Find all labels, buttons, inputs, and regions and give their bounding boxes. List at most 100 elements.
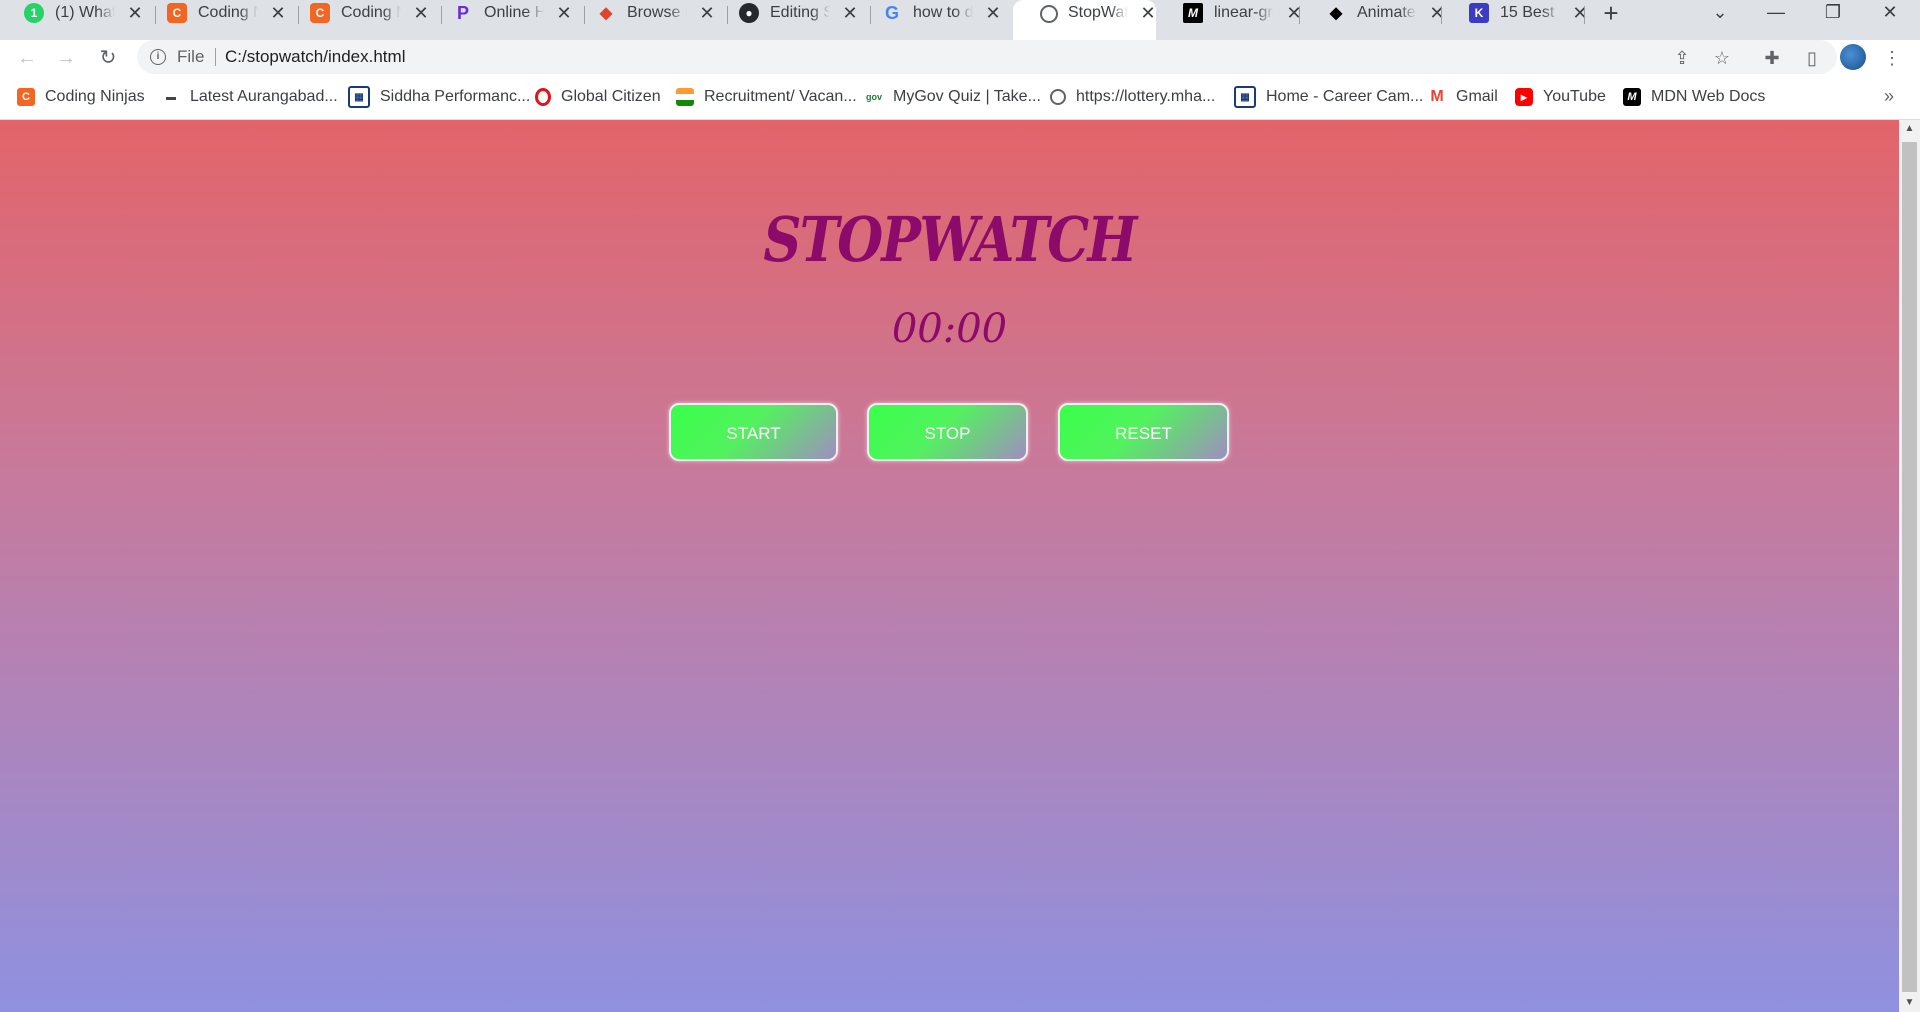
url-text[interactable]: C:/stopwatch/index.html [225,47,405,67]
bookmark-youtube[interactable]: ▶ YouTube [1515,86,1606,108]
bookmark-label: MyGov Quiz | Take... [893,88,1041,105]
share-icon[interactable]: ⇪ [1670,46,1694,70]
tab-title: Online HTML [484,4,544,21]
close-icon[interactable]: ✕ [841,3,859,23]
extensions-icon[interactable]: ✚ [1759,45,1785,71]
tab-search-icon[interactable]: ⌄ [1700,0,1740,26]
scrollbar[interactable]: ▲ ▼ [1899,120,1920,1012]
bookmark-label: Recruitment/ Vacan... [704,88,857,105]
grid-icon: ▦ [1234,86,1256,108]
bookmark-siddha[interactable]: ▦ Siddha Performanc... [348,86,530,108]
new-tab-button[interactable]: + [1598,0,1624,26]
grid-icon: ▦ [348,86,370,108]
tab-browse-fonts[interactable]: ◆ Browse Fonts ✕ [572,0,715,28]
star-icon[interactable]: ☆ [1710,46,1734,70]
more-bookmarks-icon[interactable]: » [1884,86,1894,107]
bookmark-recruitment[interactable]: Recruitment/ Vacan... [676,86,857,108]
circle-icon [535,88,551,106]
tab-google-search[interactable]: G how to de ✕ [858,0,1001,28]
tab-title: Coding Ninjas [341,4,401,21]
avatar[interactable] [1840,44,1866,70]
tab-title: Editing St [770,4,830,21]
close-icon[interactable]: ✕ [1285,3,1303,23]
close-icon[interactable]: ✕ [1139,3,1157,23]
bookmark-lottery[interactable]: https://lottery.mha... [1050,86,1215,108]
news-icon: ▬ [166,91,176,103]
restore-button[interactable]: ❐ [1813,0,1853,26]
stop-button[interactable]: STOP [867,403,1028,461]
p-icon: P [456,2,469,23]
page-viewport: STOPWATCH 00:00 START STOP RESET [0,120,1899,1012]
whatsapp-icon: 1 [24,3,44,23]
bookmark-aurangabad[interactable]: ▬ Latest Aurangabad... [162,86,338,108]
tab-title: StopWatch [1068,4,1128,21]
stopwatch-display: 00:00 [891,306,1008,352]
tab-title: (1) WhatsApp [55,4,115,21]
browser-toolbar: ← → ↻ i File C:/stopwatch/index.html ⇪ ☆… [0,40,1920,76]
forward-button[interactable]: → [52,44,80,72]
close-icon[interactable]: ✕ [984,3,1002,23]
close-icon[interactable]: ✕ [555,3,573,23]
tab-title: 15 Best G [1500,4,1560,21]
india-flag-icon [676,88,694,106]
bookmark-label: MDN Web Docs [1651,88,1766,105]
k-icon: K [1469,3,1489,23]
info-icon[interactable]: i [150,49,166,65]
bookmark-mdn[interactable]: M MDN Web Docs [1623,86,1765,108]
side-panel-icon[interactable]: ▯ [1799,45,1825,71]
minimize-button[interactable]: — [1756,0,1796,26]
coding-ninjas-icon: C [17,88,35,106]
close-icon[interactable]: ✕ [269,3,287,23]
bookmark-mygov[interactable]: gov MyGov Quiz | Take... [865,86,1041,108]
animate-icon: ◆ [1329,5,1343,22]
close-icon[interactable]: ✕ [698,3,716,23]
back-button[interactable]: ← [13,44,41,72]
address-bar[interactable]: i File C:/stopwatch/index.html ⇪ ☆ [137,40,1837,74]
tab-title: Browse Fonts [627,4,687,21]
reset-button[interactable]: RESET [1058,403,1229,461]
tab-online-html[interactable]: P Online HTML ✕ [429,0,572,28]
bookmark-label: Home - Career Cam... [1266,88,1424,105]
scroll-down-icon[interactable]: ▼ [1899,994,1920,1012]
tab-animate-css[interactable]: ◆ Animate.css ✕ [1302,0,1445,28]
scroll-up-icon[interactable]: ▲ [1899,120,1920,138]
page-title: STOPWATCH [763,203,1137,276]
bookmark-label: Siddha Performanc... [380,88,531,105]
tab-github[interactable]: ● Editing St ✕ [715,0,858,28]
tab-coding-ninjas-2[interactable]: C Coding Ninjas ✕ [286,0,429,28]
close-window-button[interactable]: ✕ [1870,0,1910,26]
url-scheme: File [177,47,205,66]
menu-icon[interactable]: ⋮ [1879,45,1905,71]
tab-whatsapp[interactable]: 1 (1) WhatsApp ✕ [0,0,143,28]
reload-button[interactable]: ↻ [94,44,122,72]
tab-coding-ninjas-1[interactable]: C Coding Ninjas ✕ [143,0,286,28]
bookmark-global-citizen[interactable]: Global Citizen [535,86,661,108]
gmail-icon: M [1430,88,1444,105]
coding-ninjas-icon: C [167,3,187,23]
tab-15-best[interactable]: K 15 Best G ✕ [1445,0,1588,28]
scroll-thumb[interactable] [1902,142,1917,992]
close-icon[interactable]: ✕ [126,3,144,23]
bookmark-label: Gmail [1456,88,1498,105]
tab-strip: 1 (1) WhatsApp ✕ C Coding Ninjas ✕ C Cod… [0,0,1920,40]
bookmark-coding-ninjas[interactable]: C Coding Ninjas [17,86,145,108]
close-icon[interactable]: ✕ [1571,3,1589,23]
bookmark-career-camp[interactable]: ▦ Home - Career Cam... [1234,86,1423,108]
bookmarks-bar: C Coding Ninjas ▬ Latest Aurangabad... ▦… [0,76,1920,120]
globe-icon [1040,5,1058,23]
bookmark-label: YouTube [1543,88,1606,105]
tab-title: linear-gra [1214,4,1274,21]
youtube-icon: ▶ [1515,88,1533,106]
bookmark-label: Latest Aurangabad... [190,88,338,105]
close-icon[interactable]: ✕ [412,3,430,23]
tab-stopwatch[interactable]: StopWatch ✕ [1013,0,1156,40]
globe-icon [1050,89,1066,105]
tab-title: Animate.css [1357,4,1417,21]
tab-linear-gradient[interactable]: M linear-gra ✕ [1159,0,1302,28]
start-button[interactable]: START [669,403,838,461]
bookmark-gmail[interactable]: M Gmail [1428,86,1498,108]
github-icon: ● [739,3,759,23]
fonts-icon: ◆ [599,5,613,22]
close-icon[interactable]: ✕ [1428,3,1446,23]
bookmark-label: Global Citizen [561,88,661,105]
